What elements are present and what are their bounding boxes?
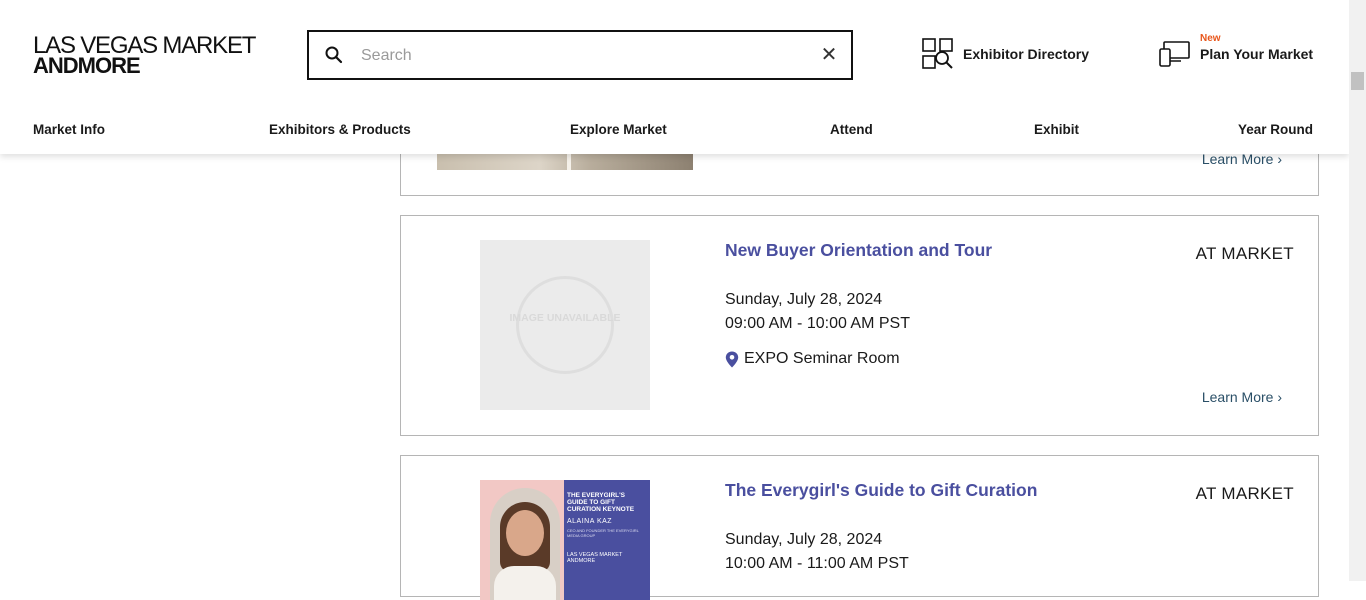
- clear-search-icon[interactable]: ✕: [819, 45, 839, 65]
- nav-exhibitors-products[interactable]: Exhibitors & Products: [269, 122, 411, 137]
- location-pin-icon: [725, 351, 739, 367]
- search-input[interactable]: [359, 40, 803, 72]
- nav-market-info[interactable]: Market Info: [33, 122, 105, 137]
- event-badge: AT MARKET: [1195, 244, 1294, 263]
- scrollbar-thumb[interactable]: [1351, 72, 1364, 90]
- exhibitor-directory-link[interactable]: Exhibitor Directory: [921, 38, 1089, 70]
- plan-your-market-link[interactable]: New Plan Your Market: [1159, 33, 1314, 70]
- new-badge: New: [1200, 33, 1221, 44]
- promo-speaker: ALAINA KAZ: [567, 518, 613, 525]
- image-unavailable-text: IMAGE UNAVAILABLE: [509, 312, 621, 324]
- event-card: IMAGE UNAVAILABLE New Buyer Orientation …: [400, 215, 1319, 436]
- event-title[interactable]: New Buyer Orientation and Tour: [725, 240, 992, 261]
- nav-explore-market[interactable]: Explore Market: [570, 122, 667, 137]
- learn-more-label: Learn More: [1201, 389, 1274, 405]
- plan-your-market-label: Plan Your Market: [1200, 46, 1314, 62]
- las-vegas-market-logo[interactable]: LAS VEGAS MARKET ANDMORE: [33, 34, 256, 78]
- learn-more-link[interactable]: Learn More ›: [1202, 389, 1282, 405]
- image-unavailable-placeholder: IMAGE UNAVAILABLE: [480, 240, 650, 410]
- event-badge: AT MARKET: [1195, 484, 1294, 503]
- event-title[interactable]: The Everygirl's Guide to Gift Curation: [725, 480, 1037, 501]
- exhibitor-directory-label: Exhibitor Directory: [963, 46, 1090, 62]
- devices-icon: [1159, 41, 1190, 67]
- site-header: LAS VEGAS MARKET ANDMORE ✕ Exhibitor Dir…: [0, 0, 1349, 154]
- promo-title: THE EVERYGIRL'S GUIDE TO GIFT CURATION K…: [567, 492, 635, 513]
- event-time: 09:00 AM - 10:00 AM PST: [725, 315, 910, 332]
- search-box: ✕: [307, 30, 853, 80]
- nav-year-round[interactable]: Year Round: [1238, 122, 1313, 137]
- main-nav: Market Info Exhibitors & Products Explor…: [0, 122, 1349, 144]
- search-icon[interactable]: [325, 46, 343, 64]
- event-time: 10:00 AM - 11:00 AM PST: [725, 555, 909, 572]
- nav-attend[interactable]: Attend: [830, 122, 873, 137]
- event-promo-image[interactable]: THE EVERYGIRL'S GUIDE TO GIFT CURATION K…: [480, 480, 650, 600]
- event-card: THE EVERYGIRL'S GUIDE TO GIFT CURATION K…: [400, 455, 1319, 600]
- promo-subtitle: CEO AND FOUNDER THE EVERYGIRL MEDIA GROU…: [567, 528, 639, 538]
- event-date: Sunday, July 28, 2024: [725, 531, 883, 548]
- directory-icon: [922, 38, 953, 69]
- logo-line-2: ANDMORE: [33, 53, 141, 78]
- nav-exhibit[interactable]: Exhibit: [1034, 122, 1079, 137]
- event-location-text: EXPO Seminar Room: [744, 350, 900, 367]
- event-date: Sunday, July 28, 2024: [725, 291, 883, 308]
- promo-logo: LAS VEGAS MARKET ANDMORE: [567, 552, 623, 564]
- event-location: EXPO Seminar Room: [725, 350, 900, 368]
